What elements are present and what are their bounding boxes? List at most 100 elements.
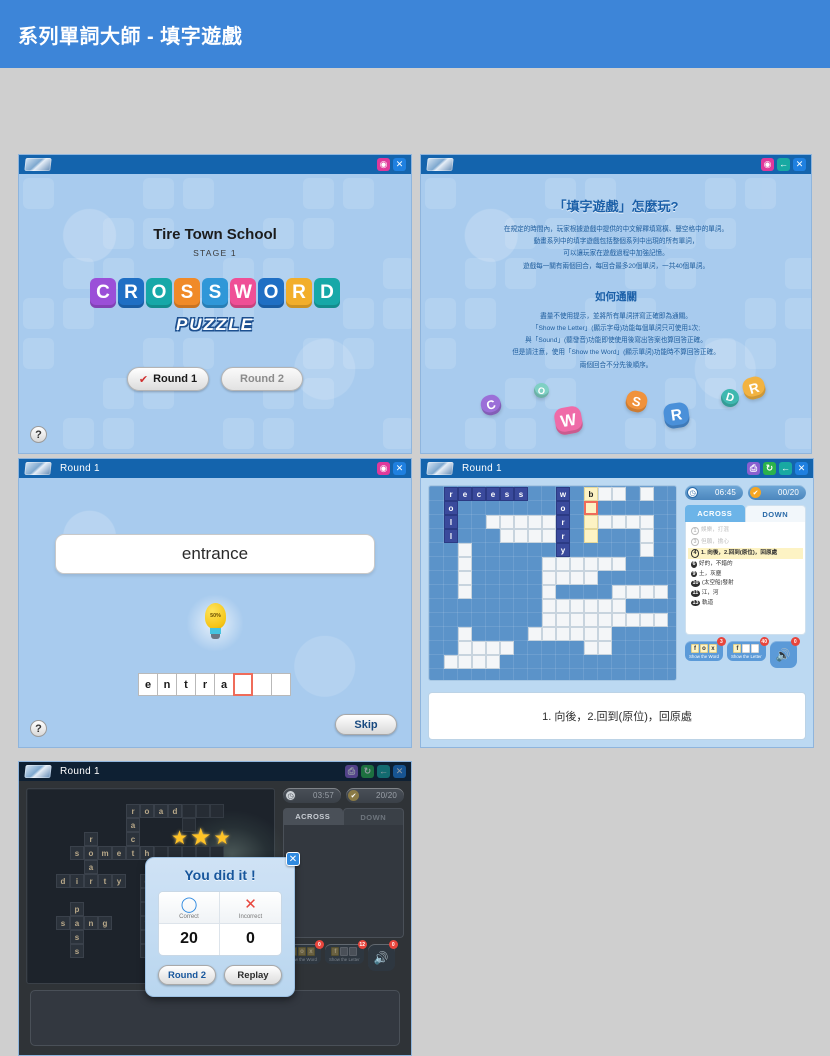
grid-cell-filled[interactable]: g [98, 916, 112, 930]
grid-cell-filled[interactable]: s [56, 916, 70, 930]
grid-cell-filled[interactable]: c [126, 832, 140, 846]
grid-cell-filled[interactable]: a [154, 804, 168, 818]
grid-cell-empty[interactable] [598, 627, 612, 641]
grid-cell-empty[interactable] [570, 613, 584, 627]
letter-cell[interactable]: e [138, 673, 158, 696]
show-the-letter-button[interactable]: 40 f Show the Letter [726, 637, 769, 661]
grid-cell-empty[interactable] [626, 515, 640, 529]
grid-cell-filled[interactable]: r [444, 487, 458, 501]
grid-cell-empty[interactable] [458, 585, 472, 599]
grid-cell-filled[interactable]: r [126, 804, 140, 818]
clue-item[interactable]: 10 (太空船)發射 [688, 579, 803, 589]
close-icon[interactable]: ✕ [795, 462, 808, 475]
tab-across[interactable]: ACROSS [685, 505, 745, 522]
close-icon[interactable]: ✕ [286, 852, 300, 866]
grid-cell-empty[interactable] [612, 557, 626, 571]
grid-cell-filled[interactable]: s [70, 930, 84, 944]
grid-cell-empty[interactable] [528, 515, 542, 529]
print-icon[interactable]: ⎙ [345, 765, 358, 778]
grid-cell-empty[interactable] [458, 571, 472, 585]
grid-cell-empty[interactable] [542, 529, 556, 543]
round1-button[interactable]: ✔ Round 1 [127, 367, 209, 391]
grid-cell-empty[interactable] [458, 655, 472, 669]
grid-cell-empty[interactable] [612, 613, 626, 627]
grid-cell-empty[interactable] [542, 613, 556, 627]
grid-cell-empty[interactable] [598, 487, 612, 501]
grid-cell-empty[interactable] [626, 613, 640, 627]
grid-cell-empty[interactable] [486, 641, 500, 655]
grid-cell-filled[interactable]: l [444, 515, 458, 529]
grid-cell-filled[interactable]: t [98, 874, 112, 888]
grid-cell-empty[interactable] [514, 515, 528, 529]
grid-cell-empty[interactable] [542, 515, 556, 529]
grid-cell-empty[interactable] [640, 585, 654, 599]
grid-cell-empty[interactable] [514, 529, 528, 543]
grid-cell-empty[interactable] [570, 571, 584, 585]
close-icon[interactable]: ✕ [393, 158, 406, 171]
grid-cell-empty[interactable] [556, 613, 570, 627]
grid-cell-filled[interactable]: e [112, 846, 126, 860]
grid-cell-empty[interactable] [542, 557, 556, 571]
sound-icon[interactable]: ◉ [377, 158, 390, 171]
grid-cell-empty[interactable] [640, 529, 654, 543]
grid-cell-filled[interactable]: a [126, 818, 140, 832]
letter-cell[interactable] [252, 673, 272, 696]
grid-cell-empty[interactable] [556, 557, 570, 571]
clue-item[interactable]: 13 軌道 [688, 598, 803, 608]
tab-down[interactable]: DOWN [744, 505, 806, 522]
grid-cell-filled[interactable]: m [98, 846, 112, 860]
sound-icon[interactable]: ◉ [761, 158, 774, 171]
sound-icon[interactable]: ◉ [377, 462, 390, 475]
lightbulb-icon[interactable]: 50% [185, 593, 245, 653]
skip-button[interactable]: Skip [335, 714, 397, 735]
dialog-replay-button[interactable]: Replay [224, 965, 282, 985]
grid-cell-empty[interactable] [458, 627, 472, 641]
grid-cell-empty[interactable] [542, 585, 556, 599]
grid-cell-empty[interactable] [612, 599, 626, 613]
grid-cell-empty[interactable] [598, 599, 612, 613]
refresh-icon[interactable]: ↻ [361, 765, 374, 778]
tab-across[interactable]: ACROSS [283, 808, 343, 825]
grid-cell-empty[interactable] [612, 515, 626, 529]
grid-cell-filled[interactable]: a [70, 916, 84, 930]
grid-cell-filled[interactable]: p [70, 902, 84, 916]
grid-cell-empty[interactable] [444, 655, 458, 669]
grid-cell-filled[interactable]: r [84, 874, 98, 888]
grid-cell-empty[interactable] [556, 571, 570, 585]
grid-cell-highlight[interactable] [584, 515, 598, 529]
grid-cell-empty[interactable] [570, 627, 584, 641]
grid-cell-empty[interactable] [654, 585, 668, 599]
hint-bulb-wrap[interactable]: 50% [19, 593, 411, 653]
refresh-icon[interactable]: ↻ [763, 462, 776, 475]
grid-cell-highlight[interactable]: b [584, 487, 598, 501]
close-icon[interactable]: ✕ [793, 158, 806, 171]
grid-cell-filled[interactable]: o [556, 501, 570, 515]
grid-cell-empty[interactable] [556, 599, 570, 613]
grid-cell-filled[interactable]: y [112, 874, 126, 888]
grid-cell-empty[interactable] [556, 627, 570, 641]
grid-cell-current[interactable] [584, 501, 598, 515]
grid-cell-empty[interactable] [640, 487, 654, 501]
grid-cell-filled[interactable]: o [444, 501, 458, 515]
clue-item[interactable]: 11 江，河 [688, 589, 803, 599]
grid-cell-empty[interactable] [472, 655, 486, 669]
grid-cell-empty[interactable] [528, 627, 542, 641]
grid-cell-filled[interactable]: e [458, 487, 472, 501]
grid-cell-empty[interactable] [640, 613, 654, 627]
sound-button[interactable]: 0 🔊 [769, 637, 800, 668]
grid-cell-empty[interactable] [472, 641, 486, 655]
grid-cell-empty[interactable] [640, 515, 654, 529]
show-the-word-button[interactable]: 3 fox Show the Word [685, 637, 726, 661]
grid-cell-empty[interactable] [542, 627, 556, 641]
grid-cell-filled[interactable]: d [168, 804, 182, 818]
print-icon[interactable]: ⎙ [747, 462, 760, 475]
letter-cell[interactable] [271, 673, 291, 696]
grid-cell-empty[interactable] [458, 641, 472, 655]
crossword-grid[interactable]: recessollworryb [428, 485, 677, 681]
letter-cell[interactable]: r [195, 673, 215, 696]
grid-cell-empty[interactable] [654, 613, 668, 627]
grid-cell-empty[interactable] [458, 557, 472, 571]
show-the-letter-button[interactable]: 12 f Show the Letter [324, 940, 367, 964]
back-icon[interactable]: ← [779, 462, 792, 475]
grid-cell-empty[interactable] [598, 557, 612, 571]
